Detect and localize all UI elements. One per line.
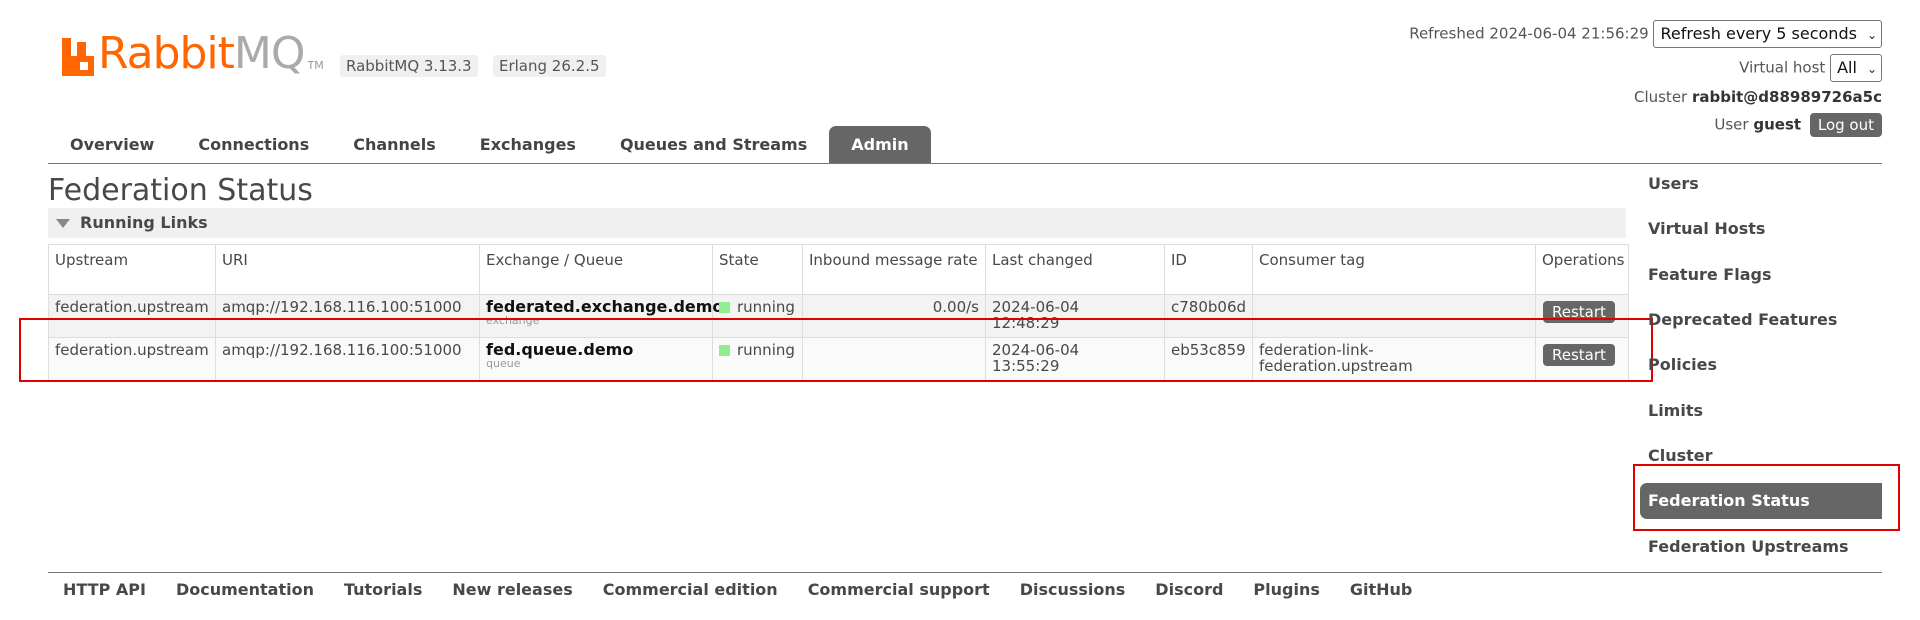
sidebar-item-limits[interactable]: Limits — [1640, 393, 1882, 429]
user-name: guest — [1753, 115, 1802, 134]
footer-link-github[interactable]: GitHub — [1350, 580, 1413, 599]
sidebar-item-users[interactable]: Users — [1640, 166, 1882, 202]
last-changed-cell: 2024-06-04 12:48:29 — [985, 294, 1165, 338]
federation-links-table: Upstream URI Exchange / Queue State Inbo… — [48, 244, 1629, 381]
upstream-cell: federation.upstream — [48, 337, 216, 381]
footer-links: HTTP API Documentation Tutorials New rel… — [48, 580, 1427, 599]
sidebar-item-federation-upstreams[interactable]: Federation Upstreams — [1640, 529, 1882, 565]
refresh-interval-select[interactable]: Refresh every 5 seconds ⌄ — [1653, 20, 1882, 48]
id-cell: eb53c859 — [1164, 337, 1253, 381]
footer-link-documentation[interactable]: Documentation — [176, 580, 314, 599]
state-indicator-icon — [719, 302, 730, 313]
consumer-tag-cell — [1252, 294, 1536, 338]
footer-link-tutorials[interactable]: Tutorials — [344, 580, 422, 599]
sidebar-item-federation-status[interactable]: Federation Status — [1640, 483, 1882, 519]
refresh-row: Refreshed 2024-06-04 21:56:29 Refresh ev… — [1409, 20, 1882, 48]
table-header-row: Upstream URI Exchange / Queue State Inbo… — [48, 244, 1629, 295]
page-title: Federation Status — [48, 173, 313, 208]
sidebar-item-cluster[interactable]: Cluster — [1640, 438, 1882, 474]
col-header-uri[interactable]: URI — [215, 244, 480, 295]
trademark-mark: TM — [307, 59, 324, 72]
exchange-queue-cell: federated.exchange.demo exchange — [479, 294, 723, 338]
col-header-exchange-queue[interactable]: Exchange / Queue — [479, 244, 713, 295]
user-label: User — [1714, 115, 1749, 134]
upstream-cell: federation.upstream — [48, 294, 216, 338]
sidebar-item-deprecated-features[interactable]: Deprecated Features — [1640, 302, 1882, 338]
sidebar-item-policies[interactable]: Policies — [1640, 347, 1882, 383]
col-header-inbound-rate[interactable]: Inbound message rate — [802, 244, 986, 295]
chevron-down-icon: ⌄ — [1866, 62, 1877, 76]
vhost-row: Virtual host All ⌄ — [1739, 54, 1882, 82]
uri-cell: amqp://192.168.116.100:51000 — [215, 294, 480, 338]
tab-overview[interactable]: Overview — [48, 126, 176, 164]
restart-button[interactable]: Restart — [1543, 344, 1615, 366]
col-header-state[interactable]: State — [712, 244, 803, 295]
logo-wordmark: RabbitMQ — [98, 28, 306, 79]
col-header-last-changed[interactable]: Last changed — [985, 244, 1165, 295]
table-row: federation.upstream amqp://192.168.116.1… — [48, 337, 1629, 381]
tab-connections[interactable]: Connections — [176, 126, 331, 164]
tab-channels[interactable]: Channels — [331, 126, 458, 164]
cluster-name: rabbit@d88989726a5c — [1692, 88, 1882, 106]
vhost-label: Virtual host — [1739, 58, 1826, 77]
cluster-label: Cluster — [1633, 88, 1688, 106]
footer-link-http-api[interactable]: HTTP API — [63, 580, 146, 599]
nav-divider — [48, 163, 1882, 164]
erlang-version-badge: Erlang 26.2.5 — [493, 55, 606, 77]
state-cell: running — [712, 294, 803, 338]
footer-link-plugins[interactable]: Plugins — [1253, 580, 1319, 599]
object-type: exchange — [486, 314, 540, 327]
footer-divider — [48, 572, 1882, 573]
sidebar-item-feature-flags[interactable]: Feature Flags — [1640, 257, 1882, 293]
operations-cell: Restart — [1535, 294, 1629, 338]
col-header-operations: Operations — [1535, 244, 1629, 295]
object-type: queue — [486, 357, 521, 370]
col-header-upstream[interactable]: Upstream — [48, 244, 216, 295]
collapse-triangle-icon — [56, 219, 70, 228]
sidebar-item-virtual-hosts[interactable]: Virtual Hosts — [1640, 211, 1882, 247]
chevron-down-icon: ⌄ — [1866, 28, 1877, 42]
cluster-row: Cluster rabbit@d88989726a5c — [1634, 88, 1882, 106]
inbound-rate-cell — [802, 337, 986, 381]
table-row: federation.upstream amqp://192.168.116.1… — [48, 294, 1629, 338]
id-cell: c780b06d — [1164, 294, 1253, 338]
rabbitmq-version-badge: RabbitMQ 3.13.3 — [340, 55, 478, 77]
rabbitmq-logo-icon — [62, 38, 96, 76]
exchange-queue-cell: fed.queue.demo queue — [479, 337, 713, 381]
tab-admin[interactable]: Admin — [829, 126, 931, 164]
tab-exchanges[interactable]: Exchanges — [458, 126, 598, 164]
restart-button[interactable]: Restart — [1543, 301, 1615, 323]
section-title: Running Links — [80, 213, 208, 232]
logout-button[interactable]: Log out — [1809, 113, 1882, 137]
footer-link-new-releases[interactable]: New releases — [452, 580, 572, 599]
operations-cell: Restart — [1535, 337, 1629, 381]
user-row: User guest Log out — [1714, 113, 1882, 137]
refreshed-timestamp: Refreshed 2024-06-04 21:56:29 — [1409, 24, 1649, 43]
tab-queues-and-streams[interactable]: Queues and Streams — [598, 126, 829, 164]
main-nav-tabs: Overview Connections Channels Exchanges … — [48, 124, 931, 164]
footer-link-commercial-edition[interactable]: Commercial edition — [603, 580, 778, 599]
rabbitmq-logo[interactable]: RabbitMQ TM — [62, 28, 324, 76]
consumer-tag-cell: federation-link-federation.upstream — [1252, 337, 1536, 381]
inbound-rate-cell: 0.00/s — [802, 294, 986, 338]
uri-cell: amqp://192.168.116.100:51000 — [215, 337, 480, 381]
col-header-id[interactable]: ID — [1164, 244, 1253, 295]
col-header-consumer-tag[interactable]: Consumer tag — [1252, 244, 1536, 295]
state-indicator-icon — [719, 345, 730, 356]
footer-link-discord[interactable]: Discord — [1155, 580, 1223, 599]
footer-link-commercial-support[interactable]: Commercial support — [808, 580, 990, 599]
vhost-select[interactable]: All ⌄ — [1830, 54, 1882, 82]
footer-link-discussions[interactable]: Discussions — [1020, 580, 1126, 599]
last-changed-cell: 2024-06-04 13:55:29 — [985, 337, 1165, 381]
running-links-section-toggle[interactable]: Running Links — [48, 208, 1626, 238]
state-cell: running — [712, 337, 803, 381]
